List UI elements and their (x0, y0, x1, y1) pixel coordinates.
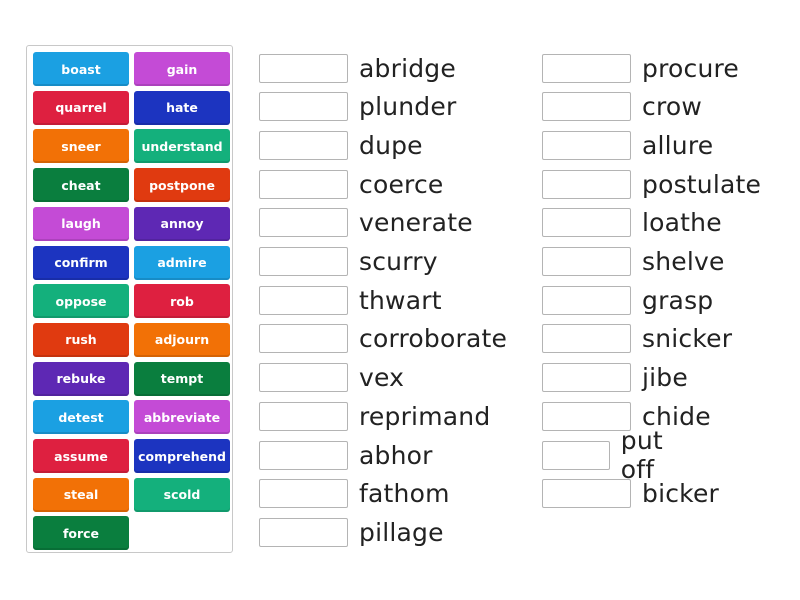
target-row: snicker (542, 323, 732, 355)
answer-tile[interactable]: assume (33, 439, 129, 473)
target-row: thwart (259, 284, 442, 316)
target-row: reprimand (259, 400, 490, 432)
answer-tile[interactable]: rush (33, 322, 129, 357)
answer-tile[interactable]: confirm (33, 245, 129, 280)
drop-zone[interactable] (259, 401, 348, 431)
target-row: loathe (542, 207, 722, 239)
target-word: thwart (359, 285, 442, 315)
target-row: allure (542, 129, 713, 161)
target-word: abridge (359, 53, 456, 83)
target-word: shelve (642, 247, 725, 276)
answer-tile[interactable]: comprehend (134, 439, 230, 473)
drop-zone[interactable] (542, 247, 631, 276)
target-word: allure (642, 130, 714, 160)
answer-tile[interactable]: annoy (134, 206, 230, 241)
target-word: put off (620, 426, 663, 484)
answer-tile[interactable]: force (33, 516, 129, 551)
target-row: jibe (542, 362, 688, 394)
answer-tile[interactable]: laugh (33, 206, 129, 241)
drop-zone[interactable] (259, 324, 348, 354)
drop-zone[interactable] (259, 363, 348, 393)
drop-zone[interactable] (542, 401, 631, 431)
target-row: corroborate (259, 323, 507, 355)
target-row: grasp (542, 284, 713, 316)
answer-tile[interactable]: oppose (33, 284, 129, 319)
target-row: plunder (259, 91, 456, 123)
answer-tile[interactable]: adjourn (134, 322, 230, 357)
target-word: abhor (359, 440, 433, 470)
target-row: venerate (259, 207, 473, 239)
target-row: vex (259, 362, 404, 394)
answer-tile[interactable]: postpone (134, 168, 230, 203)
target-row: abridge (259, 52, 456, 84)
drop-zone[interactable] (542, 169, 631, 199)
answer-tile[interactable]: hate (134, 90, 230, 125)
target-row: coerce (259, 168, 443, 200)
target-word: grasp (642, 285, 714, 315)
target-word: procure (642, 53, 739, 83)
answer-tile[interactable]: rob (134, 284, 230, 319)
target-row: scurry (259, 246, 438, 278)
target-row: crow (542, 91, 702, 123)
target-row: procure (542, 52, 739, 84)
target-word: jibe (642, 363, 688, 393)
target-word: vex (359, 363, 405, 393)
target-word: dupe (359, 130, 423, 160)
drop-zone[interactable] (259, 440, 348, 470)
drop-zone[interactable] (542, 440, 610, 470)
target-row: abhor (259, 439, 433, 471)
drop-zone[interactable] (542, 92, 631, 122)
drop-zone[interactable] (259, 285, 348, 315)
drop-zone[interactable] (259, 208, 348, 238)
answer-tile[interactable]: tempt (134, 361, 230, 396)
drop-zone[interactable] (259, 479, 348, 509)
target-word: plunder (359, 92, 457, 122)
target-word: bicker (642, 479, 720, 509)
target-word: reprimand (359, 401, 491, 431)
target-row: shelve (542, 246, 725, 278)
answer-tile[interactable]: cheat (33, 168, 129, 203)
answer-tile[interactable]: understand (134, 129, 230, 164)
drop-zone[interactable] (542, 479, 631, 509)
answer-tile[interactable]: gain (134, 52, 230, 86)
target-word: loathe (642, 208, 722, 238)
target-word: crow (642, 92, 703, 122)
target-word: fathom (359, 479, 450, 509)
target-row: put off (542, 426, 684, 484)
answer-tile-bank: boast gain quarrel hate sneer understand cheat… (26, 45, 233, 553)
target-word: venerate (359, 208, 473, 238)
target-row: dupe (259, 129, 423, 161)
drop-zone[interactable] (542, 53, 631, 83)
target-word: corroborate (359, 324, 508, 354)
target-row: fathom (259, 478, 450, 510)
answer-tile[interactable]: steal (33, 477, 129, 512)
target-row: bicker (542, 478, 719, 510)
drop-zone[interactable] (259, 169, 348, 199)
target-word: pillage (359, 517, 444, 547)
answer-tile[interactable]: sneer (33, 129, 129, 164)
drop-zone[interactable] (542, 363, 631, 393)
target-word: coerce (359, 169, 444, 199)
drop-zone[interactable] (259, 517, 348, 547)
answer-tile[interactable]: rebuke (33, 361, 129, 396)
drop-zone[interactable] (542, 208, 631, 238)
answer-tile[interactable]: quarrel (33, 90, 129, 125)
target-row: pillage (259, 516, 444, 548)
drop-zone[interactable] (259, 92, 348, 122)
drop-zone[interactable] (259, 53, 348, 83)
target-word: scurry (359, 247, 438, 276)
target-row: postulate (542, 168, 761, 200)
drop-zone[interactable] (542, 324, 631, 354)
answer-tile[interactable]: abbreviate (134, 400, 230, 435)
drop-zone[interactable] (259, 130, 348, 160)
drop-zone[interactable] (542, 130, 631, 160)
drop-zone[interactable] (542, 285, 631, 315)
target-word: postulate (642, 169, 762, 199)
answer-tile[interactable]: admire (134, 245, 230, 280)
drop-zone[interactable] (259, 247, 348, 276)
answer-tile[interactable]: detest (33, 400, 129, 435)
answer-tile[interactable]: scold (134, 477, 230, 512)
answer-tile[interactable]: boast (33, 52, 129, 86)
target-word: snicker (642, 324, 733, 354)
